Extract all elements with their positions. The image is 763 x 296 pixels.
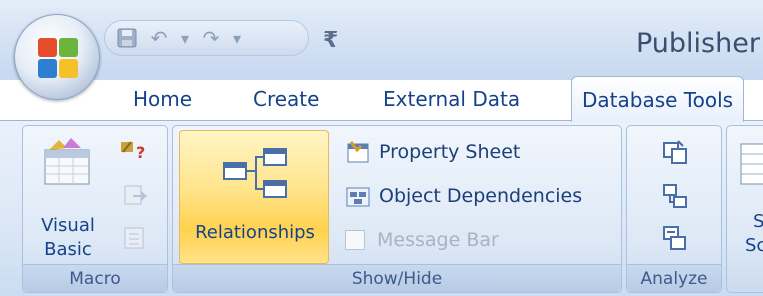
visual-basic-icon bbox=[44, 138, 90, 185]
sql-server-icon[interactable] bbox=[739, 142, 763, 186]
relationships-icon bbox=[223, 148, 287, 198]
group-next-partial: S Sc bbox=[726, 125, 763, 293]
redo-icon[interactable]: ↷ bbox=[196, 20, 226, 56]
relationships-button[interactable]: Relationships bbox=[179, 130, 329, 264]
visual-basic-button[interactable]: Visual Basic bbox=[29, 130, 107, 264]
window-title: Publisher : bbox=[636, 28, 763, 59]
group-analyze-label: Analyze bbox=[627, 264, 721, 292]
undo-dropdown-icon[interactable]: ▾ bbox=[174, 20, 196, 56]
analyze-performance-icon[interactable] bbox=[661, 182, 689, 210]
undo-icon[interactable]: ↶ bbox=[144, 20, 174, 56]
group-show-hide: Relationships Property Sheet Object Depe… bbox=[172, 125, 622, 293]
svg-text:?: ? bbox=[136, 143, 145, 162]
office-button[interactable] bbox=[14, 14, 100, 100]
group-show-hide-label: Show/Hide bbox=[173, 264, 621, 292]
message-bar-checkbox-icon bbox=[345, 230, 365, 250]
documenter-icon[interactable] bbox=[661, 224, 689, 252]
message-bar-label: Message Bar bbox=[377, 229, 499, 251]
group-analyze: Analyze bbox=[626, 125, 722, 293]
macro-to-vb-icon[interactable] bbox=[121, 182, 149, 210]
analyze-table-icon[interactable] bbox=[661, 138, 689, 166]
quick-access-toolbar: ↶ ▾ ↷ ▾ ₹ bbox=[104, 18, 338, 58]
tab-database-tools[interactable]: Database Tools bbox=[571, 76, 745, 122]
group-macro: Visual Basic ? Macro bbox=[22, 125, 168, 293]
property-sheet-button[interactable]: Property Sheet bbox=[345, 136, 520, 168]
object-dependencies-button[interactable]: Object Dependencies bbox=[345, 180, 582, 212]
property-sheet-icon bbox=[347, 141, 369, 163]
ribbon-tabs: Home Create External Data Database Tools bbox=[0, 76, 763, 122]
redo-dropdown-icon[interactable]: ▾ bbox=[226, 20, 248, 56]
title-bar: ↶ ▾ ↷ ▾ ₹ Publisher : bbox=[0, 0, 763, 80]
next-group-label-line2: Sc bbox=[745, 235, 763, 256]
visual-basic-label-line2: Basic bbox=[44, 239, 92, 260]
message-bar-checkbox[interactable]: Message Bar bbox=[345, 224, 499, 256]
tab-create[interactable]: Create bbox=[253, 80, 319, 120]
next-group-label-line1: S bbox=[753, 211, 763, 232]
run-macro-icon[interactable]: ? bbox=[119, 136, 151, 164]
save-icon[interactable] bbox=[110, 20, 144, 56]
ribbon: Visual Basic ? Macro Relationships Prope… bbox=[0, 120, 763, 296]
tab-home[interactable]: Home bbox=[133, 80, 192, 120]
office-logo-icon bbox=[38, 38, 78, 78]
visual-basic-label-line1: Visual bbox=[41, 215, 95, 236]
create-shortcut-menu-icon[interactable] bbox=[121, 224, 149, 252]
tab-external-data[interactable]: External Data bbox=[383, 80, 520, 120]
group-macro-label: Macro bbox=[23, 264, 167, 292]
property-sheet-label: Property Sheet bbox=[379, 141, 521, 163]
object-dependencies-icon bbox=[346, 187, 370, 207]
object-dependencies-label: Object Dependencies bbox=[379, 185, 583, 207]
relationships-label: Relationships bbox=[195, 222, 315, 243]
customize-quick-access-icon[interactable]: ₹ bbox=[323, 28, 338, 53]
